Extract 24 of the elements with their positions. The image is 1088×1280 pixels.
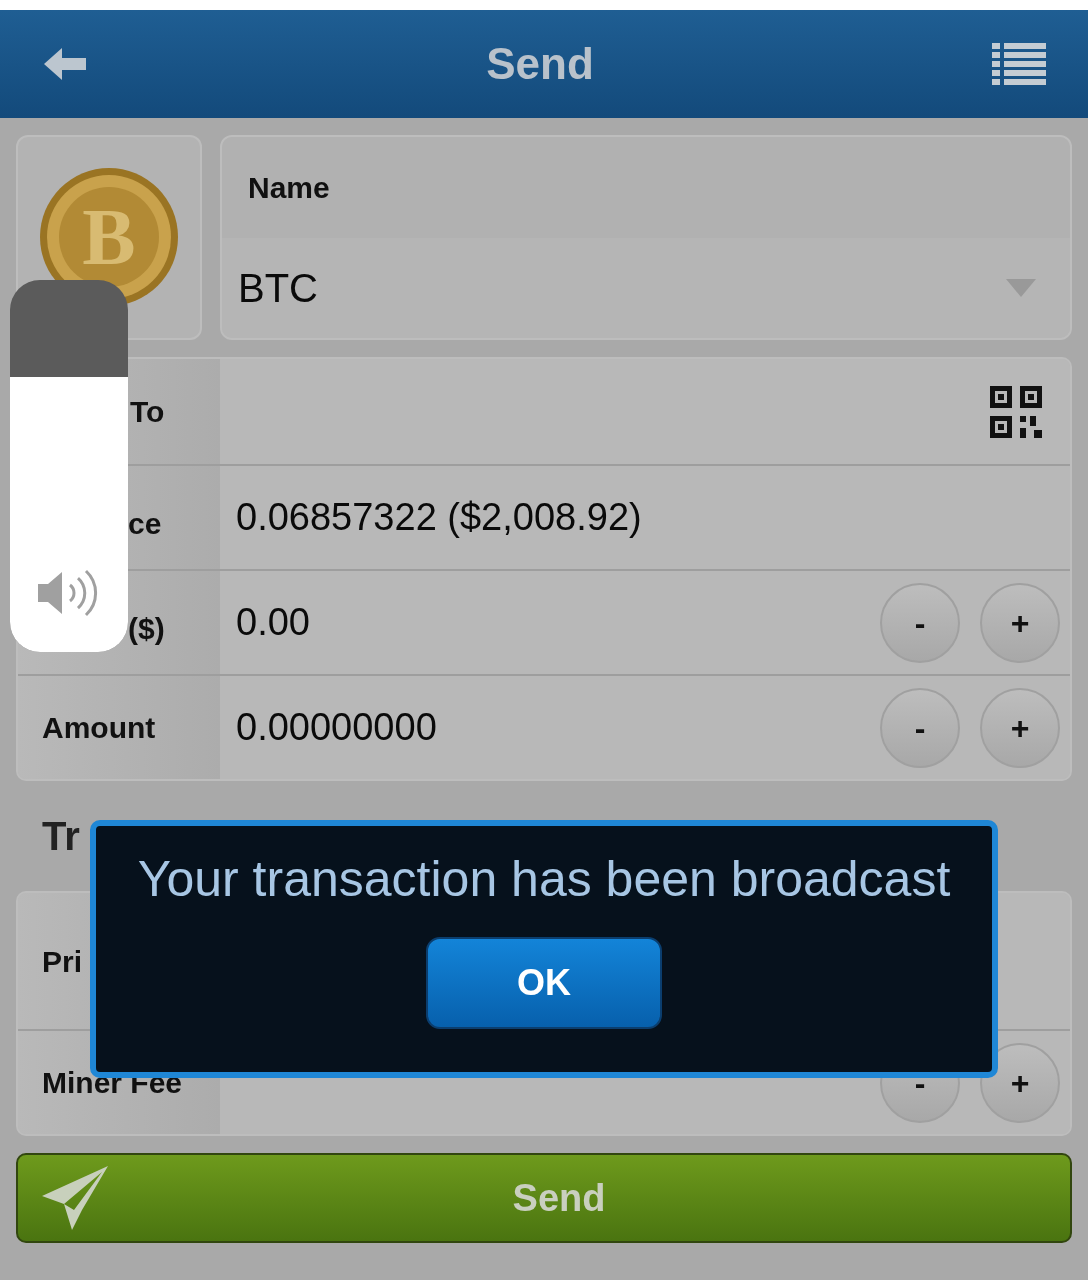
field-label: Amount [42, 710, 156, 746]
increase-button[interactable]: + [980, 582, 1060, 663]
paper-plane-icon [42, 1166, 108, 1230]
field-value: 0.00 [236, 600, 311, 645]
ok-button[interactable]: OK [426, 937, 662, 1029]
increase-button[interactable]: + [980, 687, 1060, 768]
qr-code-icon[interactable] [990, 385, 1042, 438]
back-icon[interactable] [42, 46, 88, 82]
screen-title: Send [486, 38, 594, 90]
field-label: ($) [128, 611, 165, 647]
menu-icon[interactable] [992, 43, 1046, 85]
section-title: Tr [42, 813, 80, 860]
increase-button[interactable]: + [980, 1042, 1060, 1123]
field-label: ce [128, 506, 162, 542]
caret-icon [1006, 279, 1036, 297]
select-value: BTC [238, 265, 318, 312]
field-value: 0.00000000 [236, 705, 438, 750]
decrease-button[interactable]: - [880, 582, 960, 663]
field-label: Pri [42, 943, 83, 980]
field-value: 0.06857322 ($2,008.92) [236, 495, 643, 540]
field-label: To [130, 394, 165, 430]
decrease-button[interactable]: - [880, 687, 960, 768]
field-label: Name [222, 137, 1070, 238]
dialog-message: Your transaction has been broadcast [137, 852, 951, 907]
